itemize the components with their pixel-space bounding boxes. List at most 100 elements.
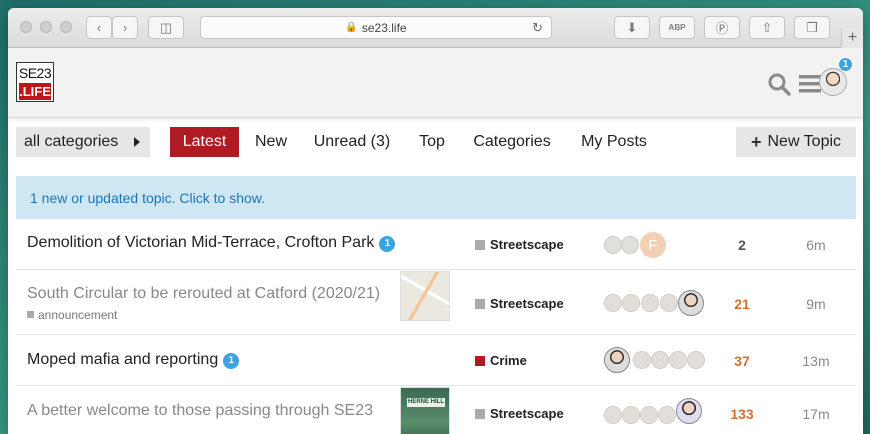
topic-title[interactable]: A better welcome to those passing throug… — [27, 402, 373, 420]
poster-avatar[interactable] — [669, 351, 687, 369]
site-logo[interactable]: SE23 .LIFE — [16, 62, 54, 102]
topic-category[interactable]: Streetscape — [475, 406, 564, 421]
poster-avatar[interactable]: F — [640, 232, 666, 258]
topic-title[interactable]: Moped mafia and reporting 1 — [27, 351, 240, 369]
caret-right-icon — [134, 137, 140, 147]
activity-time[interactable]: 13m — [791, 353, 841, 369]
back-icon: ‹ — [96, 20, 102, 35]
address-text: se23.life — [361, 20, 407, 35]
topic-category[interactable]: Streetscape — [475, 237, 564, 252]
share-button[interactable]: ⇧ — [749, 16, 785, 39]
poster-avatar[interactable] — [604, 406, 622, 424]
category-label: Streetscape — [490, 406, 564, 421]
user-avatar[interactable] — [819, 68, 847, 96]
download-icon: ⬇ — [626, 19, 638, 35]
zoom-window-button[interactable] — [60, 21, 72, 33]
forward-button[interactable]: › — [112, 16, 138, 39]
activity-time[interactable]: 6m — [791, 237, 841, 253]
topic-row[interactable]: Demolition of Victorian Mid-Terrace, Cro… — [16, 220, 856, 270]
poster-avatar[interactable] — [622, 294, 640, 312]
lock-icon: 🔒 — [345, 22, 358, 33]
search-icon[interactable] — [767, 72, 791, 101]
poster-avatar[interactable] — [621, 236, 639, 254]
topic-row[interactable]: A better welcome to those passing throug… — [16, 387, 856, 434]
poster-avatar[interactable] — [678, 290, 704, 316]
notification-badge[interactable]: 1 — [838, 57, 853, 72]
new-topic-label: New Topic — [767, 133, 842, 150]
pinterest-button[interactable]: Ⓟ — [704, 16, 740, 39]
poster-avatar[interactable] — [658, 406, 676, 424]
tab-new[interactable]: New — [252, 127, 290, 157]
poster-avatar[interactable] — [604, 236, 622, 254]
reply-count[interactable]: 133 — [722, 406, 762, 422]
minimize-window-button[interactable] — [40, 21, 52, 33]
poster-avatar[interactable] — [660, 294, 678, 312]
category-dropdown[interactable]: all categories — [16, 127, 150, 157]
browser-toolbar: ‹ › ◫ 🔒 se23.life ↻ ⬇ ABP Ⓟ ⇧ ❐ + — [8, 8, 863, 48]
browser-window: ‹ › ◫ 🔒 se23.life ↻ ⬇ ABP Ⓟ ⇧ ❐ + SE23 .… — [8, 8, 863, 434]
poster-avatar[interactable] — [604, 347, 630, 373]
category-label: Streetscape — [490, 296, 564, 311]
activity-time[interactable]: 17m — [791, 406, 841, 422]
tab-my-posts[interactable]: My Posts — [579, 127, 649, 157]
share-icon: ⇧ — [761, 19, 773, 35]
category-color-swatch — [475, 299, 485, 309]
tab-categories[interactable]: Categories — [471, 127, 553, 157]
back-button[interactable]: ‹ — [86, 16, 112, 39]
reply-count[interactable]: 37 — [722, 353, 762, 369]
tabs-button[interactable]: ❐ — [794, 16, 830, 39]
activity-time[interactable]: 9m — [791, 296, 841, 312]
sidebar-icon: ◫ — [159, 19, 173, 35]
topic-row[interactable]: Moped mafia and reporting 1 Crime 37 13m — [16, 336, 856, 386]
poster-avatar[interactable] — [676, 398, 702, 424]
forward-icon: › — [122, 20, 128, 35]
reply-count[interactable]: 21 — [722, 296, 762, 312]
topic-title[interactable]: Demolition of Victorian Mid-Terrace, Cro… — [27, 234, 396, 252]
sidebar-button[interactable]: ◫ — [148, 16, 184, 39]
topic-row[interactable]: South Circular to be rerouted at Catford… — [16, 271, 856, 335]
new-posts-badge[interactable]: 1 — [379, 235, 396, 252]
topic-title[interactable]: South Circular to be rerouted at Catford… — [27, 285, 380, 303]
new-topic-button[interactable]: + New Topic — [736, 127, 856, 157]
category-color-swatch — [475, 240, 485, 250]
poster-avatar[interactable] — [641, 294, 659, 312]
tab-unread[interactable]: Unread (3) — [312, 127, 392, 157]
adblock-icon: ABP — [668, 23, 686, 32]
poster-avatar[interactable] — [633, 351, 651, 369]
topic-category[interactable]: Streetscape — [475, 296, 564, 311]
category-color-swatch — [475, 409, 485, 419]
category-color-swatch — [475, 356, 485, 366]
poster-avatar[interactable] — [622, 406, 640, 424]
poster-avatar[interactable] — [604, 294, 622, 312]
new-posts-badge[interactable]: 1 — [223, 352, 240, 369]
thumbnail-sign-text: HERNE HILL — [407, 398, 445, 407]
tabs-icon: ❐ — [806, 19, 818, 35]
download-button[interactable]: ⬇ — [614, 16, 650, 39]
reply-count[interactable]: 2 — [722, 237, 762, 253]
tag-swatch — [27, 311, 34, 318]
site-header: SE23 .LIFE 1 — [8, 48, 863, 118]
topic-category[interactable]: Crime — [475, 353, 527, 368]
category-label: Crime — [490, 353, 527, 368]
topic-thumbnail[interactable] — [400, 271, 450, 321]
adblock-button[interactable]: ABP — [659, 16, 695, 39]
topic-title-text[interactable]: Demolition of Victorian Mid-Terrace, Cro… — [27, 234, 374, 251]
tab-latest[interactable]: Latest — [170, 127, 239, 157]
new-tab-button[interactable]: + — [841, 28, 863, 48]
tab-top[interactable]: Top — [416, 127, 448, 157]
new-topics-banner[interactable]: 1 new or updated topic. Click to show. — [16, 176, 856, 219]
reload-icon[interactable]: ↻ — [532, 20, 543, 36]
topic-title-text[interactable]: Moped mafia and reporting — [27, 351, 218, 368]
topic-nav: all categories Latest New Unread (3) Top… — [16, 127, 856, 159]
category-label: Streetscape — [490, 237, 564, 252]
logo-line1: SE23 — [18, 65, 52, 81]
poster-avatar[interactable] — [651, 351, 669, 369]
hamburger-menu-icon[interactable] — [799, 74, 821, 99]
address-bar[interactable]: 🔒 se23.life ↻ — [200, 16, 552, 39]
topic-thumbnail[interactable]: HERNE HILL — [400, 387, 450, 434]
topic-tag[interactable]: announcement — [27, 308, 117, 322]
close-window-button[interactable] — [20, 21, 32, 33]
poster-avatar[interactable] — [640, 406, 658, 424]
logo-line2: .LIFE — [19, 83, 51, 100]
poster-avatar[interactable] — [687, 351, 705, 369]
